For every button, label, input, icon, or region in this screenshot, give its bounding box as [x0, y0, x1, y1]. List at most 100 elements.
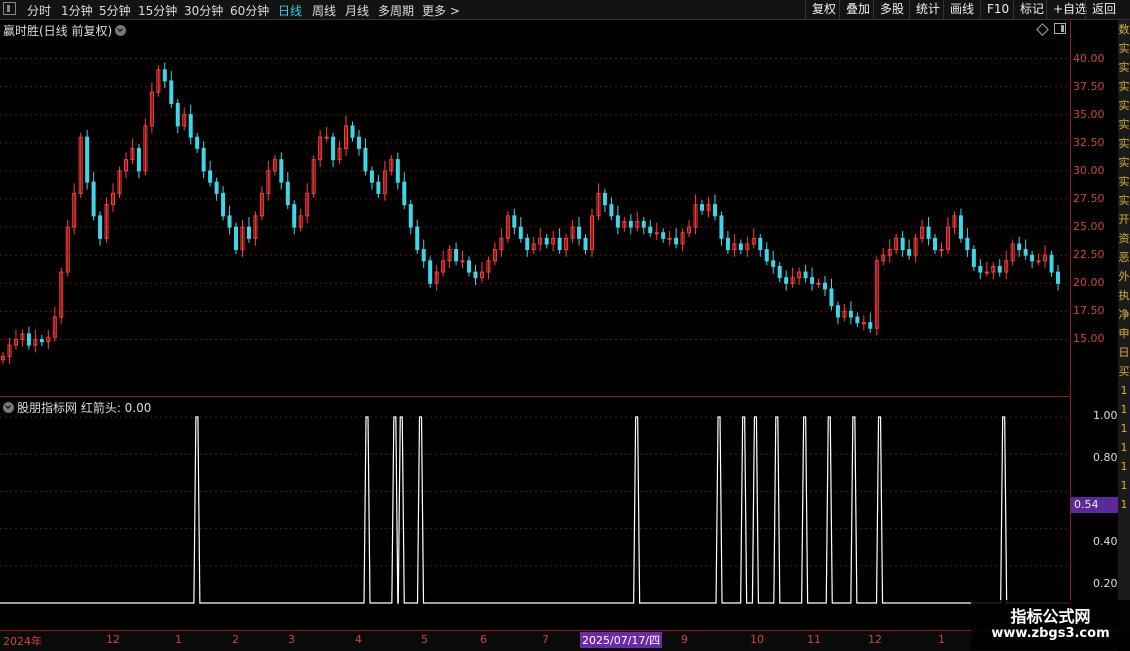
candle — [253, 211, 258, 246]
candle — [570, 219, 575, 243]
time-label: 5 — [421, 633, 428, 646]
candle — [46, 329, 51, 350]
period-tab-monthly[interactable]: 月线 — [345, 2, 369, 19]
candle — [531, 236, 536, 255]
chevron-down-icon[interactable] — [3, 402, 14, 413]
candle — [195, 132, 200, 153]
sidebar-char: 数 — [1118, 23, 1130, 36]
sidebar-char: 1 — [1120, 479, 1128, 492]
period-tab-60min[interactable]: 60分钟 — [230, 2, 269, 19]
period-tab-30min[interactable]: 30分钟 — [184, 2, 223, 19]
period-tab-daily[interactable]: 日线 — [278, 2, 302, 19]
candle — [939, 242, 944, 257]
sidebar-char: 外 — [1118, 270, 1130, 283]
time-label: 12 — [868, 633, 882, 646]
candle — [1056, 264, 1060, 291]
candle — [945, 216, 950, 255]
candle — [738, 239, 743, 255]
candle — [447, 245, 452, 269]
period-tab-fenshi[interactable]: 分时 — [27, 2, 51, 19]
candle — [958, 208, 963, 243]
candle — [78, 132, 83, 198]
candle — [331, 132, 336, 167]
period-tab-multi[interactable]: 多周期 — [378, 2, 414, 19]
candle — [65, 219, 70, 277]
candle — [835, 301, 840, 325]
candle — [784, 270, 789, 291]
indicator-panel[interactable]: 股朋指标网 红箭头: 0.00 — [0, 397, 1070, 630]
top-toolbar: 分时 1分钟 5分钟 15分钟 30分钟 60分钟 日线 周线 月线 多周期 更… — [0, 0, 1130, 20]
candle — [395, 152, 400, 190]
candle — [402, 172, 407, 210]
period-tab-more[interactable]: 更多 > — [422, 2, 460, 19]
fuquan-button[interactable]: 复权 — [805, 0, 842, 19]
candle — [557, 228, 562, 255]
overlay-button[interactable]: 叠加 — [839, 0, 876, 19]
candle — [467, 256, 472, 277]
ind-y-tick: 0.20 — [1093, 577, 1118, 590]
menu-icon[interactable] — [3, 2, 16, 15]
candle — [628, 214, 633, 235]
mark-button[interactable]: 标记 — [1013, 0, 1050, 19]
back-button[interactable]: 返回 — [1085, 0, 1122, 19]
time-label: 2 — [232, 633, 239, 646]
side-info-strip[interactable]: 数实实实实实实实实实开资恶外执净申日买1111111 — [1118, 20, 1130, 632]
candlestick-chart[interactable] — [0, 20, 1070, 396]
stats-button[interactable]: 统计 — [909, 0, 946, 19]
candle — [259, 186, 264, 221]
indicator-chart[interactable] — [0, 397, 1070, 630]
candle — [822, 275, 827, 297]
candle — [1023, 239, 1028, 260]
candle — [602, 188, 607, 212]
candle — [544, 233, 549, 249]
candle — [182, 107, 187, 131]
sidebar-char: 净 — [1118, 308, 1130, 321]
candle — [285, 172, 290, 210]
time-label: 2024年 — [3, 635, 42, 648]
sidebar-char: 1 — [1120, 384, 1128, 397]
candle — [693, 194, 698, 235]
red-arrow-signal-line — [0, 416, 1070, 604]
candle — [221, 186, 226, 221]
price-chart-panel[interactable]: 赢时胜(日线 前复权) — [0, 20, 1070, 397]
candle — [1010, 239, 1015, 266]
candle — [214, 177, 219, 201]
candle — [162, 62, 167, 89]
time-label: 1 — [938, 633, 945, 646]
chevron-down-icon[interactable] — [115, 25, 127, 36]
candle — [518, 216, 523, 243]
sidebar-char: 实 — [1118, 137, 1130, 150]
time-axis: 2024年 12 1 2 3 4 5 6 7 2025/07/17/四 9 10… — [0, 630, 1118, 651]
candle — [907, 239, 912, 260]
sidebar-char: 1 — [1120, 422, 1128, 435]
candle — [997, 259, 1002, 277]
candle — [473, 264, 478, 285]
candle — [208, 160, 213, 187]
candle — [344, 115, 349, 156]
multi-stock-button[interactable]: 多股 — [873, 0, 910, 19]
y-tick: 25.00 — [1073, 220, 1105, 233]
candle — [20, 329, 25, 347]
period-tab-15min[interactable]: 15分钟 — [138, 2, 177, 19]
period-tab-1min[interactable]: 1分钟 — [61, 2, 93, 19]
candle — [33, 329, 38, 353]
f10-button[interactable]: F10 — [980, 0, 1015, 19]
candle — [227, 205, 232, 235]
sidebar-char: 实 — [1118, 80, 1130, 93]
price-panel-title-text: 赢时胜(日线 前复权) — [3, 24, 113, 38]
candle — [149, 82, 154, 134]
candle — [415, 219, 420, 255]
candle — [861, 315, 866, 330]
candle — [706, 197, 711, 218]
candle — [596, 183, 601, 221]
period-tab-5min[interactable]: 5分钟 — [99, 2, 131, 19]
period-tab-weekly[interactable]: 周线 — [312, 2, 336, 19]
sidebar-char: 1 — [1120, 441, 1128, 454]
draw-line-button[interactable]: 画线 — [943, 0, 980, 19]
sidebar-char: 实 — [1118, 194, 1130, 207]
candle — [123, 152, 128, 179]
candle — [111, 183, 116, 212]
candle — [337, 141, 342, 165]
panel-toggle-icon[interactable] — [1054, 23, 1066, 34]
candle — [751, 228, 756, 249]
